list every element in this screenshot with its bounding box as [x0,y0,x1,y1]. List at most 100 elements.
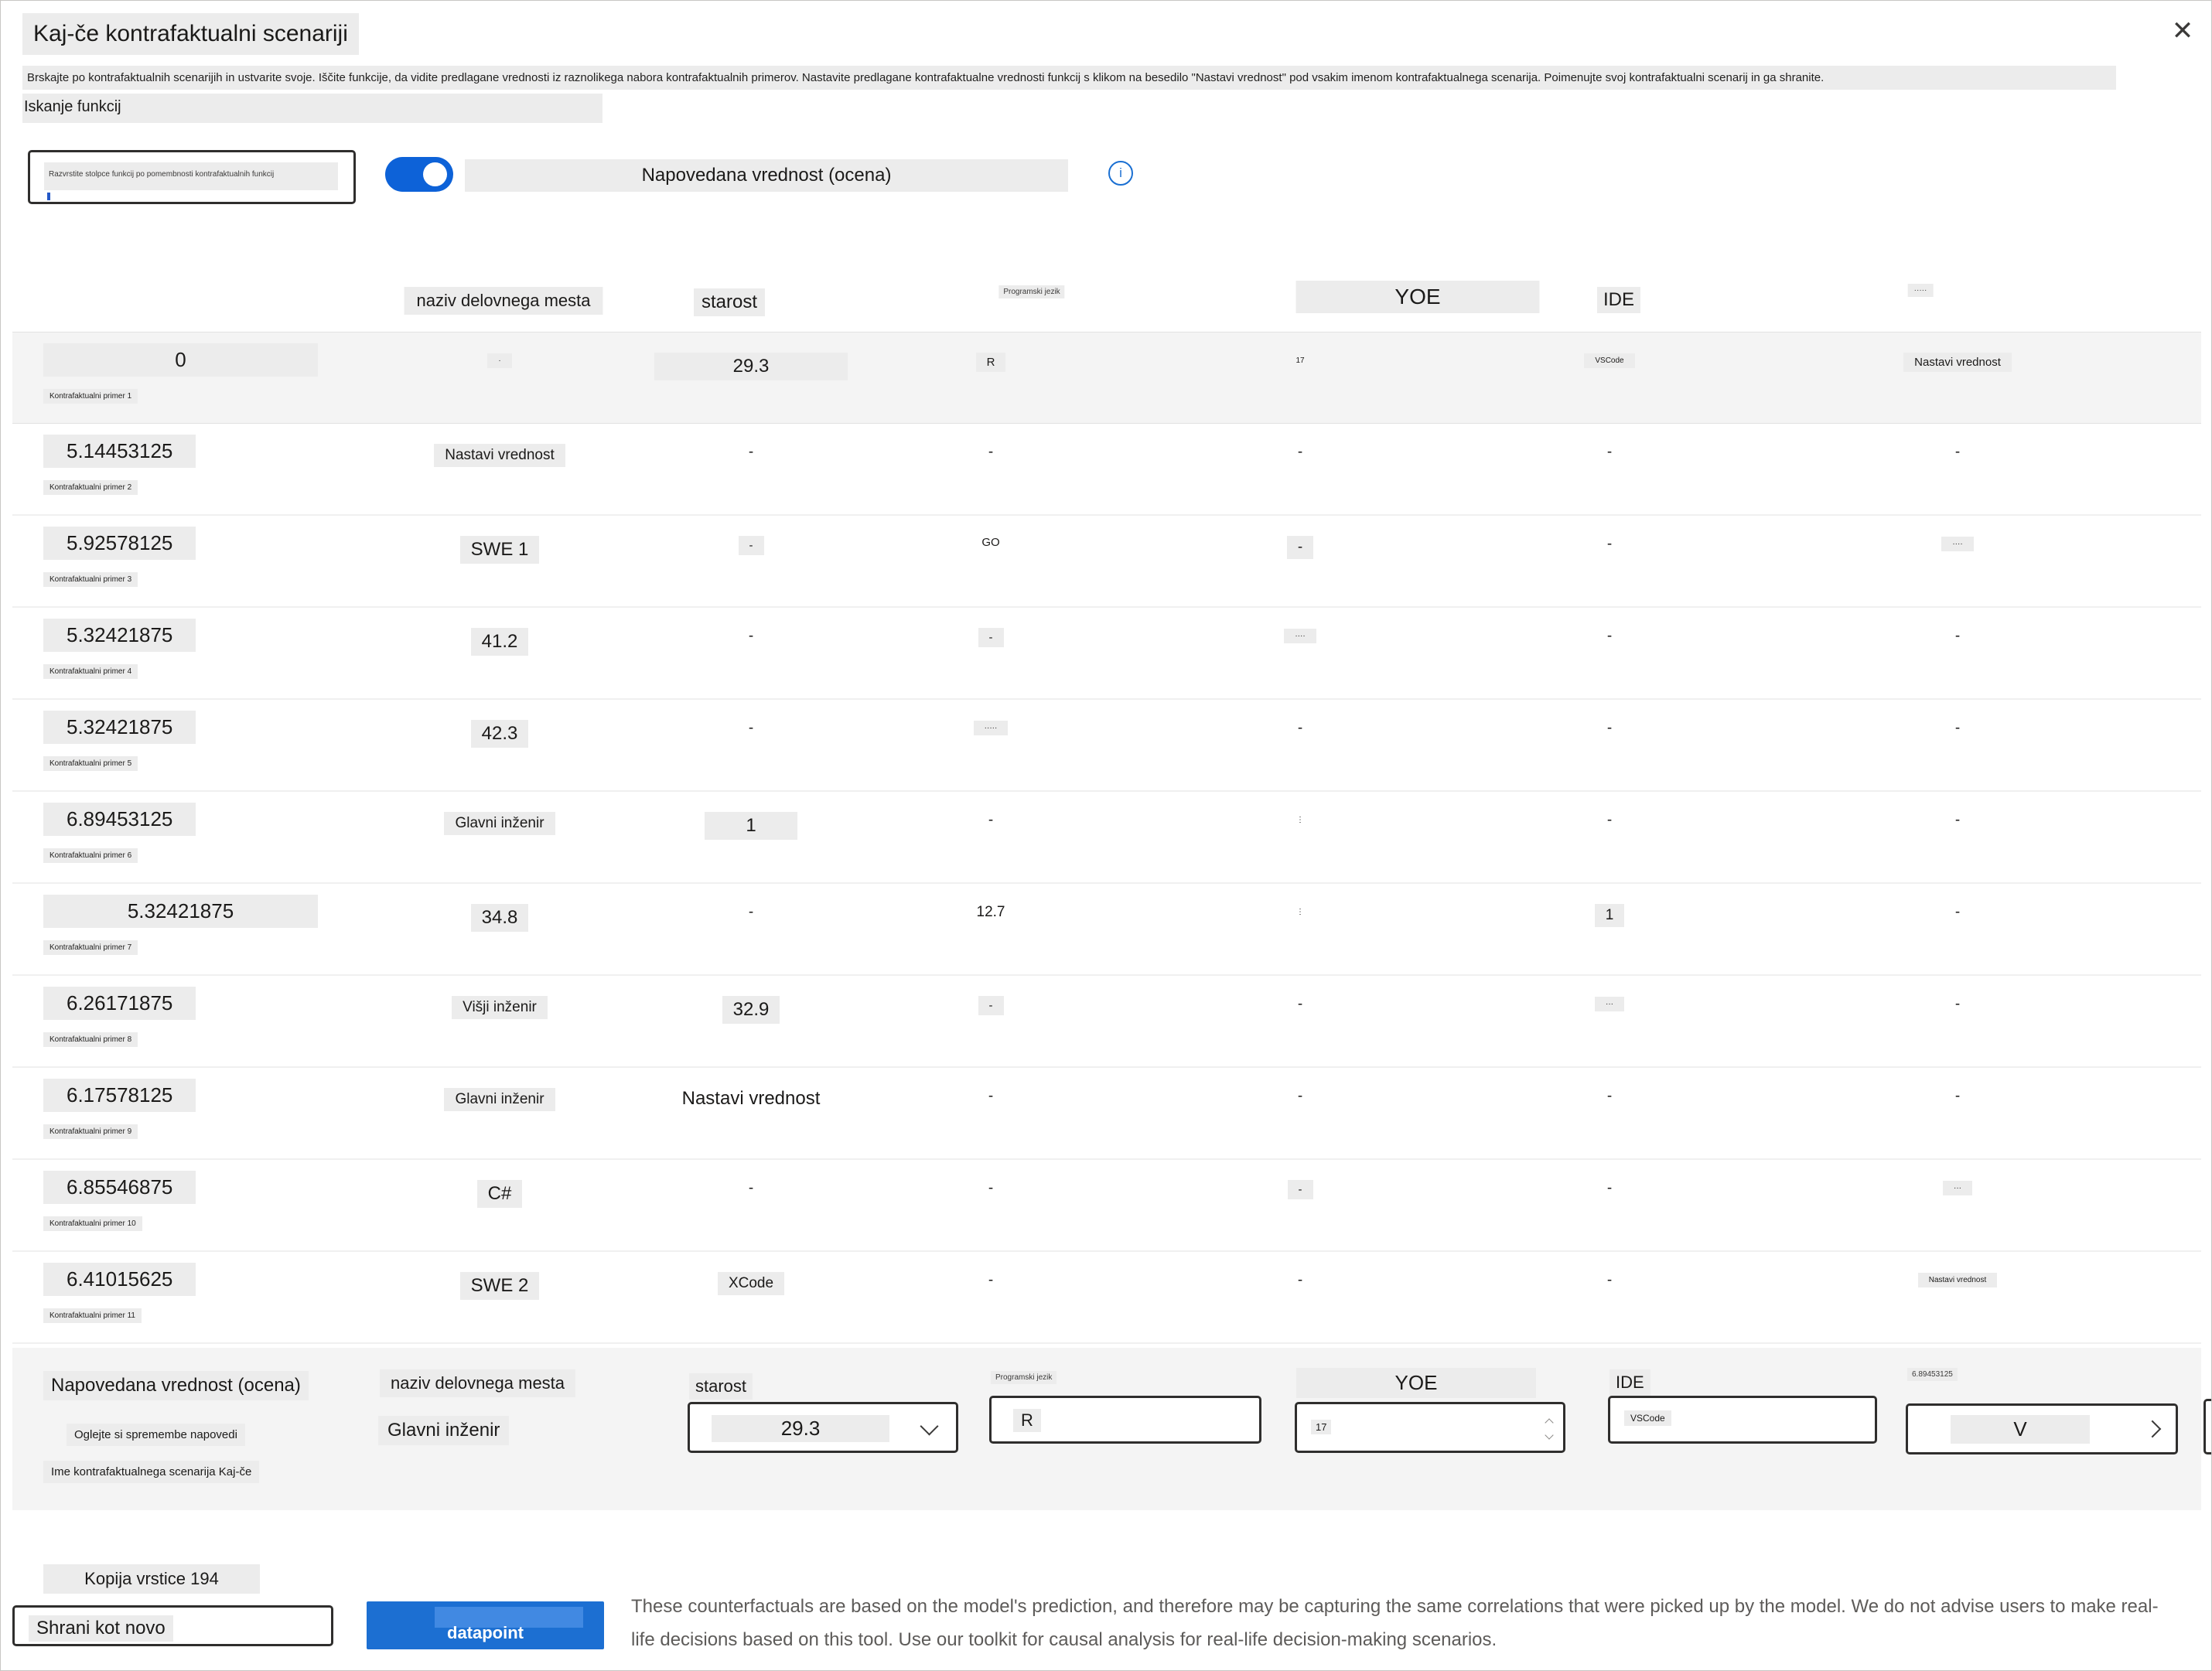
cell-value: - [1954,720,1961,736]
column-header-programming-language: Programski jezik [998,285,1065,298]
table-cell: - [859,608,1122,698]
set-value-link[interactable]: Nastavi vrednost [1917,1273,1998,1287]
prediction-value: 6.85546875 [43,1171,196,1204]
counterfactual-example-label: Kontrafaktualni primer 9 [43,1124,138,1139]
table-cell: - [859,1068,1122,1158]
language-field[interactable]: R [989,1396,1261,1444]
table-cell: VSCode [1478,332,1741,423]
cell-value: - [1287,1180,1313,1199]
cell-value: - [1297,1088,1303,1104]
cell-value: 29.3 [654,353,848,380]
cell-value: - [1606,628,1613,644]
counterfactual-example-label: Kontrafaktualni primer 4 [43,664,138,679]
table-cell: - [643,884,859,974]
table-cell: - [1741,884,2174,974]
table-cell: Nastavi vrednost [357,424,643,514]
table-cell: - [1122,1252,1478,1342]
cell-value: - [1606,536,1613,552]
counterfactual-example-label: Kontrafaktualni primer 8 [43,1032,138,1047]
cell-value: - [1297,1272,1303,1288]
table-cell: - [1122,1160,1478,1250]
counterfactual-name-cell: 5.32421875 Kontrafaktualni primer 4 [24,608,357,698]
table-cell: 12.7 [859,884,1122,974]
cell-value: - [1606,1088,1613,1104]
extra-dropdown[interactable]: V [1906,1403,2178,1454]
scenario-name-label: Ime kontrafaktualnega scenarija Kaj-če [43,1461,260,1483]
ide-field[interactable]: VSCode [1608,1396,1877,1444]
close-icon[interactable]: ✕ [2163,12,2202,50]
age-dropdown[interactable]: 29.3 [688,1402,958,1453]
age-dropdown-value: 29.3 [712,1415,889,1442]
cell-value: R [975,353,1006,372]
cell-value: VSCode [1584,353,1635,368]
spinner-arrows-icon[interactable] [1543,1415,1555,1443]
table-row[interactable]: 5.14453125 Kontrafaktualni primer 2 Nastav… [12,424,2201,516]
prediction-toggle[interactable] [385,157,453,192]
text-caret [47,193,50,200]
table-cell: - [643,516,859,606]
counterfactual-name-cell: 6.89453125 Kontrafaktualni primer 6 [24,792,357,882]
cell-value: - [1286,536,1314,559]
cell-value: - [1297,996,1303,1012]
prediction-value: 6.17578125 [43,1079,196,1112]
table-row[interactable]: 5.32421875 Kontrafaktualni primer 4 41.2 - -… [12,608,2201,700]
table-cell: ···· [1122,608,1478,698]
counterfactual-name-cell: 6.17578125 Kontrafaktualni primer 9 [24,1068,357,1158]
counterfactual-example-label: Kontrafaktualni primer 5 [43,756,138,771]
cell-value: 1 [705,812,797,840]
table-row[interactable]: 6.89453125 Kontrafaktualni primer 6 Glavni… [12,792,2201,884]
cell-value: SWE 2 [459,1272,540,1300]
set-value-link[interactable]: Nastavi vrednost [434,444,565,467]
search-hint-text: Razvrstite stolpce funkcij po pomembnost… [44,162,338,190]
ide-field-value: VSCode [1624,1410,1671,1426]
column-header-ide: IDE [1596,287,1641,313]
table-row[interactable]: 5.92578125 Kontrafaktualni primer 3 SWE 1 -… [12,516,2201,608]
counterfactual-example-label: Kontrafaktualni primer 11 [43,1308,142,1323]
cell-value: 32.9 [722,996,780,1024]
see-prediction-changes-link[interactable]: Oglejte si spremembe napovedi [67,1424,245,1446]
cell-value: ⋮ [1296,816,1304,824]
table-cell: - [1122,424,1478,514]
column-header-yoe: YOE [1295,281,1540,313]
table-cell: 41.2 [357,608,643,698]
field-age-label: starost [689,1373,753,1400]
chevron-down-icon [920,1417,939,1436]
field-job-title-value[interactable]: Glavni inženir [378,1416,510,1445]
table-cell: 1 [643,792,859,882]
cell-value: - [1954,904,1961,920]
table-row[interactable]: 5.32421875 Kontrafaktualni primer 5 42.3 - ·… [12,700,2201,792]
cell-value: - [1954,996,1961,1012]
table-cell: - [1478,516,1741,606]
yoe-spinner[interactable]: 17 [1295,1402,1565,1453]
table-cell: ····· [859,700,1122,790]
table-cell: - [859,424,1122,514]
table-row[interactable]: 6.26171875 Kontrafaktualni primer 8 Višji … [12,976,2201,1068]
counterfactual-example-label: Kontrafaktualni primer 2 [43,480,138,495]
field-language-label: Programski jezik [991,1371,1057,1384]
counterfactual-name-cell: 6.26171875 Kontrafaktualni primer 8 [24,976,357,1066]
search-input[interactable]: Razvrstite stolpce funkcij po pomembnost… [28,150,356,204]
table-row[interactable]: 6.41015625 Kontrafaktualni primer 11 SWE 2… [12,1252,2201,1344]
info-icon[interactable]: i [1108,161,1133,186]
counterfactual-example-label: Kontrafaktualni primer 1 [43,389,138,404]
table-row[interactable]: 6.85546875 Kontrafaktualni primer 10 C# - - -… [12,1160,2201,1252]
counterfactual-name-cell: 5.92578125 Kontrafaktualni primer 3 [24,516,357,606]
cell-value: XCode [717,1272,785,1295]
table-row[interactable]: 6.17578125 Kontrafaktualni primer 9 Glavni… [12,1068,2201,1160]
save-datapoint-button[interactable]: datapoint [367,1601,604,1649]
scenario-name-input[interactable]: Shrani kot novo [12,1605,333,1646]
counterfactual-example-label: Kontrafaktualni primer 6 [43,848,138,863]
table-cell: R [859,332,1122,423]
prediction-value: 6.26171875 [43,987,196,1020]
copy-row-label: Kopija vrstice 194 [43,1564,260,1594]
table-cell: - [1122,516,1478,606]
set-value-link[interactable]: Nastavi vrednost [1903,353,2012,372]
table-row[interactable]: 5.32421875 Kontrafaktualni primer 7 34.8 - 1… [12,884,2201,976]
table-cell: - [1741,424,2174,514]
table-row[interactable]: 0 Kontrafaktualni primer 1 · 29.3 R 17 VSCode N… [12,332,2201,424]
table-cell: - [1122,976,1478,1066]
set-value-link[interactable]: Nastavi vrednost [682,1088,821,1110]
panel-description: Brskajte po kontrafaktualnih scenarijih … [22,66,2116,90]
clipped-control[interactable] [2203,1399,2211,1454]
table-cell: 1 [1478,884,1741,974]
